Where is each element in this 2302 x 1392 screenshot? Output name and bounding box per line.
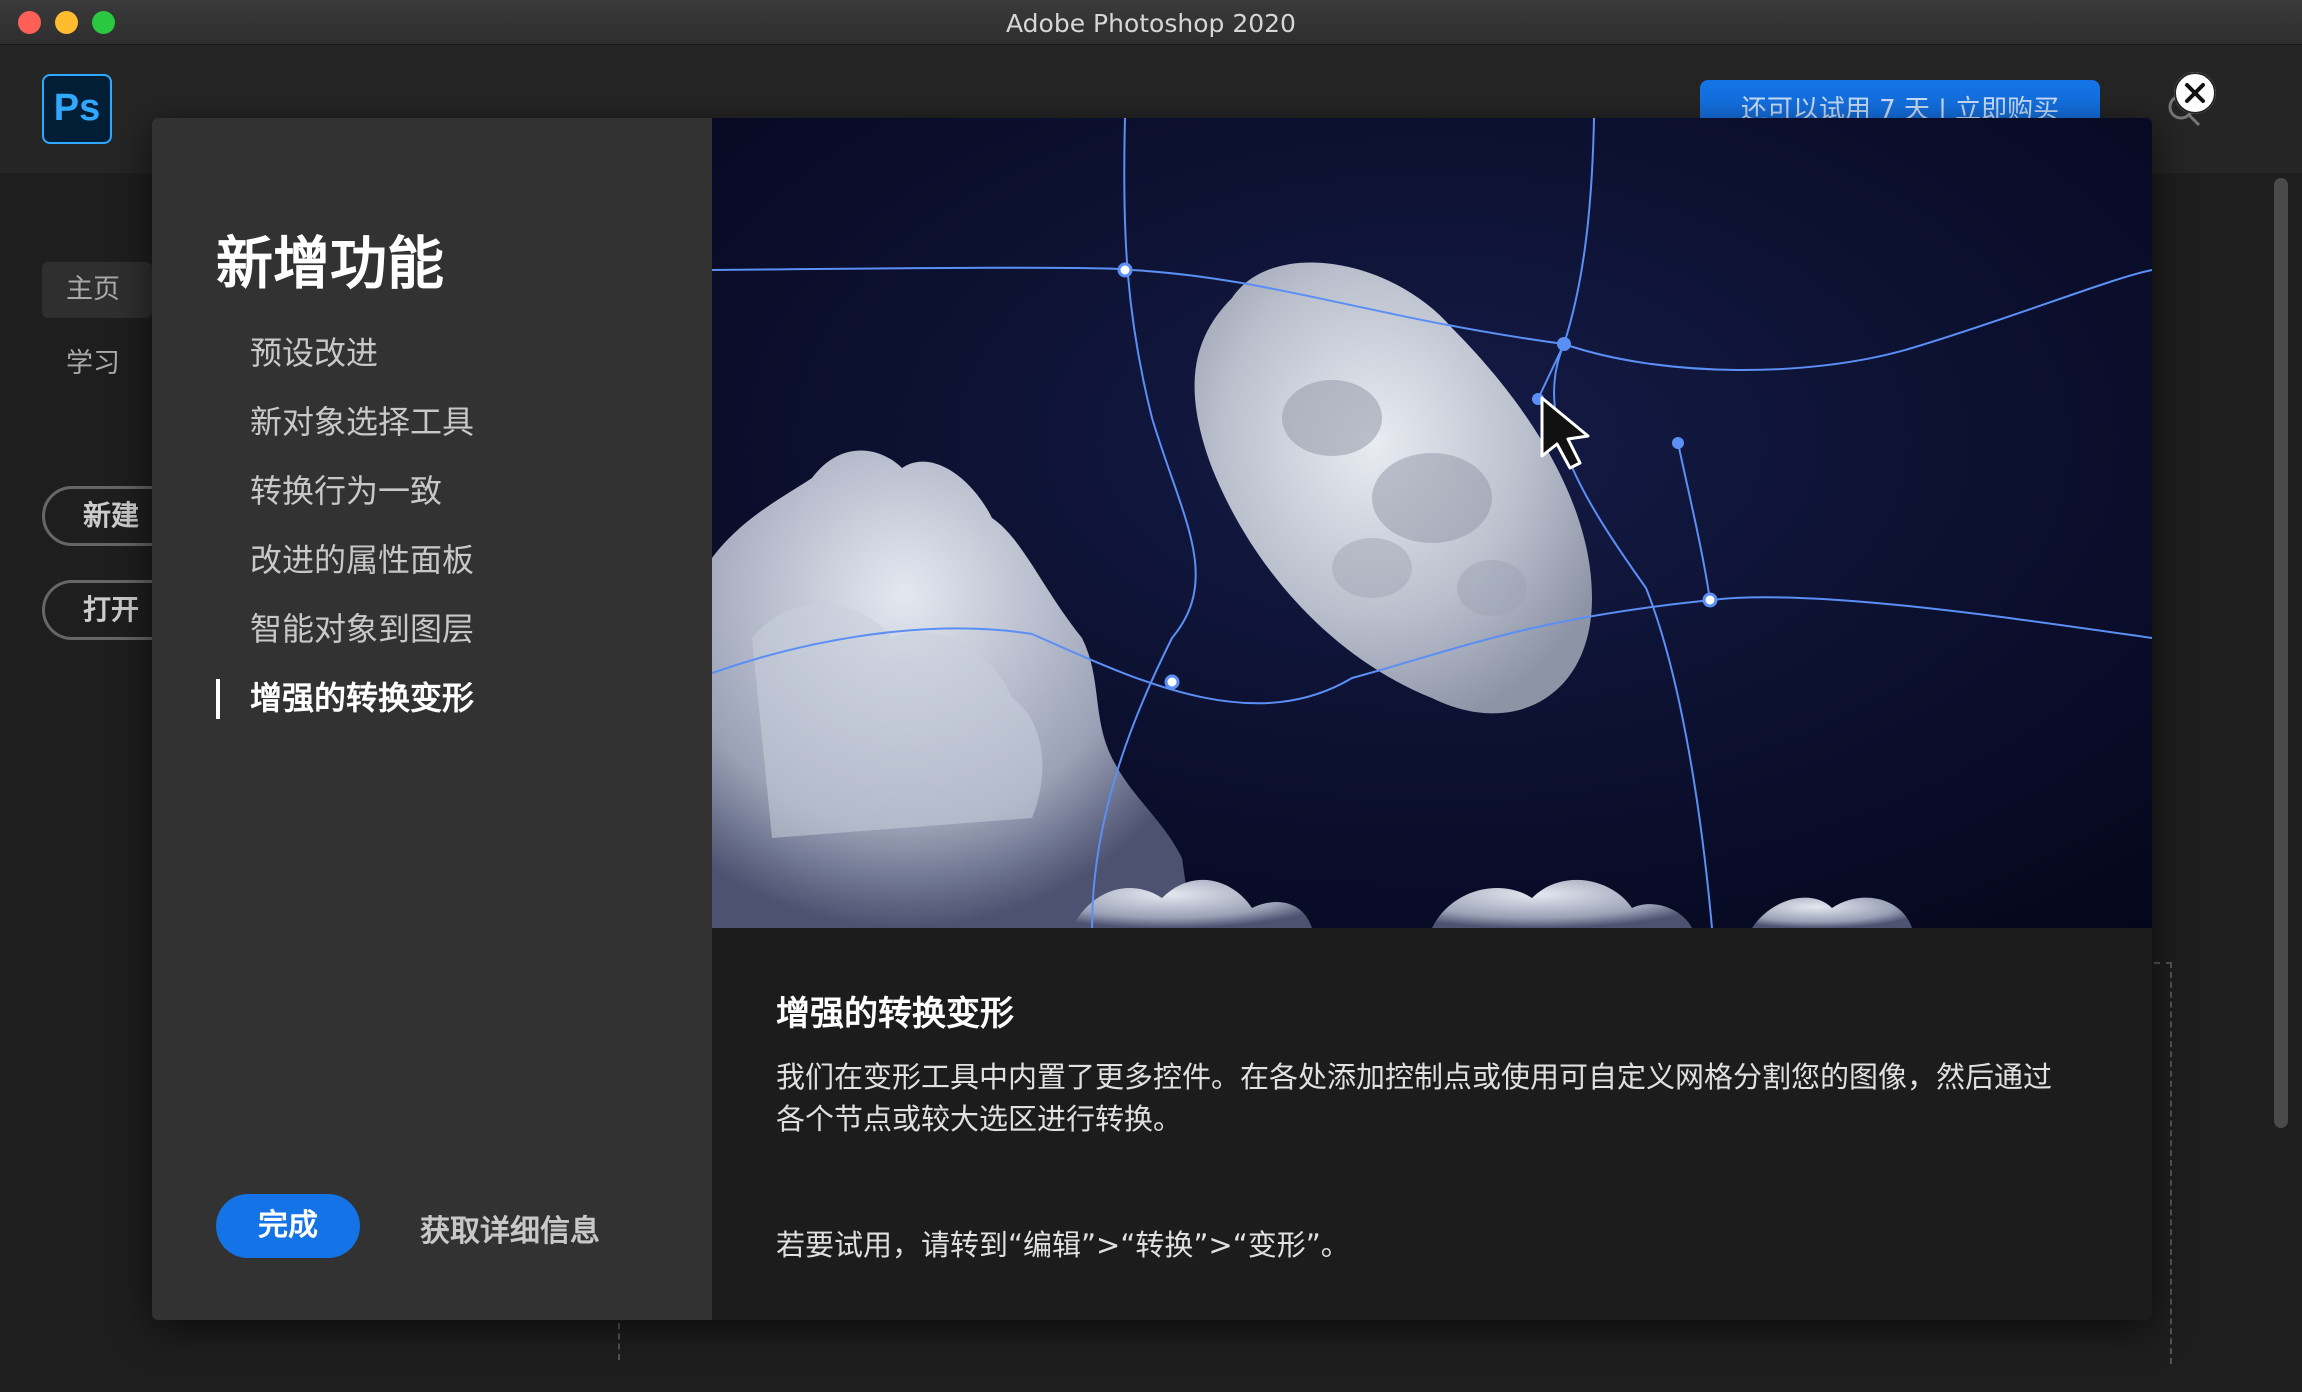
dialog-heading: 新增功能: [216, 231, 444, 297]
nav-learn[interactable]: 学习: [42, 336, 152, 392]
nav-home[interactable]: 主页: [42, 262, 152, 318]
whats-new-dialog: 新增功能 预设改进 新对象选择工具 转换行为一致 改进的属性面板 智能对象到图层 增强的转…: [152, 118, 2152, 1320]
feature-item[interactable]: 改进的属性面板: [216, 539, 474, 608]
close-icon[interactable]: [2174, 72, 2216, 114]
feature-detail: 增强的转换变形 我们在变形工具中内置了更多控件。在各处添加控制点或使用可自定义网…: [712, 118, 2152, 1320]
feature-hero-image: [712, 118, 2152, 928]
feature-item[interactable]: 增强的转换变形: [216, 677, 474, 746]
feature-item[interactable]: 新对象选择工具: [216, 401, 474, 470]
photoshop-logo: Ps: [42, 74, 112, 144]
window-title: Adobe Photoshop 2020: [1006, 9, 1296, 38]
scrollbar[interactable]: [2274, 178, 2288, 1128]
done-button[interactable]: 完成: [216, 1194, 360, 1258]
feature-list: 预设改进 新对象选择工具 转换行为一致 改进的属性面板 智能对象到图层 增强的转换变形: [216, 332, 474, 746]
feature-item[interactable]: 预设改进: [216, 332, 474, 401]
more-info-link[interactable]: 获取详细信息: [420, 1206, 600, 1250]
drop-zone-border-right: [2154, 962, 2172, 1364]
feature-item[interactable]: 转换行为一致: [216, 470, 474, 539]
feature-item[interactable]: 智能对象到图层: [216, 608, 474, 677]
detail-description: 我们在变形工具中内置了更多控件。在各处添加控制点或使用可自定义网格分割您的图像，…: [776, 1060, 2053, 1136]
detail-title: 增强的转换变形: [776, 994, 1014, 1034]
feature-sidebar: 新增功能 预设改进 新对象选择工具 转换行为一致 改进的属性面板 智能对象到图层 增强的转…: [152, 118, 712, 1320]
window-titlebar: Adobe Photoshop 2020: [0, 0, 2302, 45]
detail-try-instructions: 若要试用，请转到“编辑”>“转换”>“变形”。: [776, 1228, 1350, 1262]
